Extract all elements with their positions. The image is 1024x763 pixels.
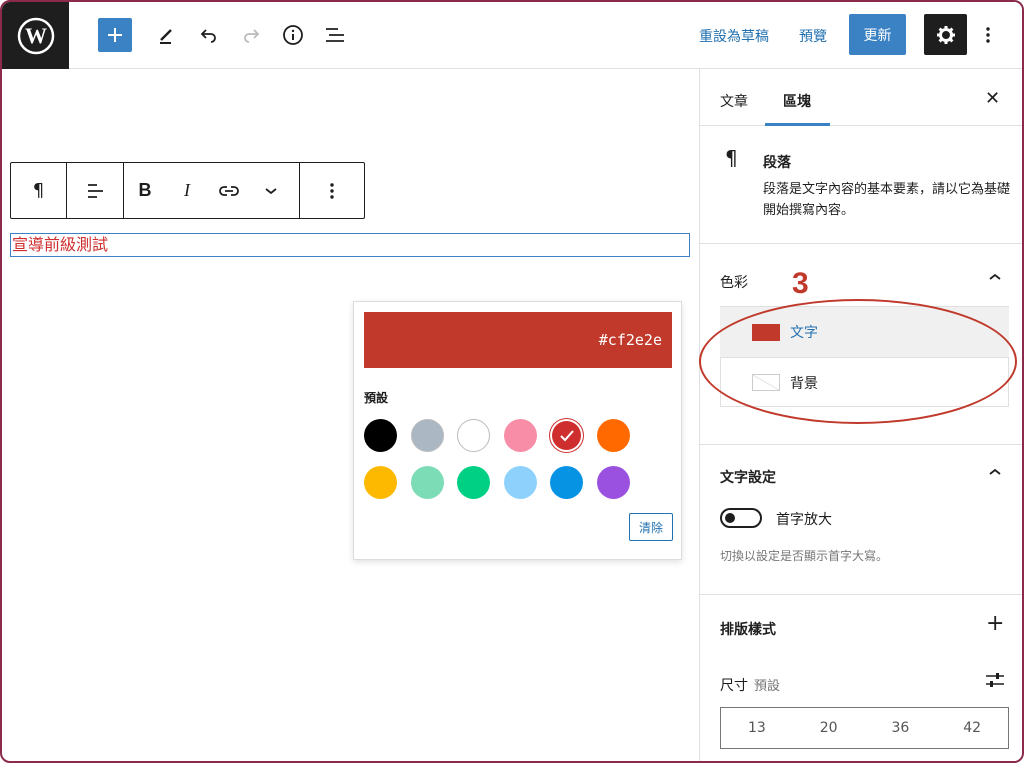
color-swatch[interactable] bbox=[410, 466, 444, 499]
settings-sidebar: 文章 區塊 ✕ ¶ 段落 段落是文字內容的基本要素，請以它為基礎開始撰寫內容。 … bbox=[699, 69, 1022, 761]
settings-gear-icon[interactable] bbox=[924, 14, 967, 55]
block-toolbar: ¶ B I bbox=[10, 162, 365, 219]
color-swatch[interactable] bbox=[597, 419, 630, 452]
color-swatch[interactable] bbox=[410, 419, 444, 452]
bold-button[interactable]: B bbox=[124, 163, 166, 218]
size-value: 預設 bbox=[754, 679, 781, 694]
editor-window: W 重設為草稿 預覽 更新 ¶ B I 宣導前級測試 #cf2e2e 預設 清除… bbox=[0, 0, 1024, 763]
annotation-number: 3 bbox=[792, 267, 809, 300]
color-preview[interactable]: #cf2e2e bbox=[364, 312, 672, 368]
svg-text:W: W bbox=[25, 23, 47, 48]
color-swatch[interactable] bbox=[550, 419, 584, 452]
size-option[interactable]: 13 bbox=[748, 720, 766, 736]
wordpress-logo-icon[interactable]: W bbox=[2, 2, 69, 69]
chevron-up-icon[interactable] bbox=[988, 465, 1002, 481]
tab-block[interactable]: 區塊 bbox=[783, 91, 811, 111]
pencil-icon[interactable] bbox=[150, 18, 184, 52]
color-swatch[interactable] bbox=[503, 419, 537, 452]
align-left-icon[interactable] bbox=[67, 163, 123, 218]
block-card: ¶ 段落 段落是文字內容的基本要素，請以它為基礎開始撰寫內容。 bbox=[700, 126, 1022, 244]
block-options-icon[interactable] bbox=[300, 163, 364, 218]
color-swatch[interactable] bbox=[364, 466, 397, 499]
text-color-swatch bbox=[752, 323, 780, 341]
info-icon[interactable] bbox=[276, 18, 310, 52]
text-color-label: 文字 bbox=[790, 325, 818, 341]
text-settings-panel: 文字設定 首字放大 切換以設定是否顯示首字大寫。 bbox=[700, 445, 1022, 595]
size-option[interactable]: 36 bbox=[891, 720, 909, 736]
redo-icon[interactable] bbox=[234, 18, 268, 52]
top-toolbar: W 重設為草稿 預覽 更新 bbox=[2, 2, 1022, 69]
color-swatch[interactable] bbox=[597, 466, 630, 499]
preset-label: 預設 bbox=[364, 391, 389, 405]
color-swatch[interactable] bbox=[550, 466, 584, 499]
color-swatch[interactable] bbox=[364, 419, 397, 452]
dropcap-label: 首字放大 bbox=[776, 512, 832, 528]
background-color-item[interactable]: 背景 bbox=[720, 357, 1009, 407]
preview-link[interactable]: 預覽 bbox=[799, 26, 827, 46]
plus-icon[interactable]: + bbox=[986, 611, 1004, 636]
color-picker-popover: #cf2e2e 預設 清除 bbox=[353, 301, 682, 560]
tab-post[interactable]: 文章 bbox=[720, 91, 748, 111]
block-description: 段落是文字內容的基本要素，請以它為基礎開始撰寫內容。 bbox=[763, 182, 1011, 218]
size-option[interactable]: 20 bbox=[820, 720, 838, 736]
typography-heading: 排版樣式 bbox=[720, 622, 776, 638]
close-icon[interactable]: ✕ bbox=[985, 88, 1000, 109]
paragraph-icon: ¶ bbox=[725, 146, 738, 170]
size-label: 尺寸 bbox=[720, 678, 748, 694]
list-view-icon[interactable] bbox=[318, 18, 352, 52]
size-option[interactable]: 42 bbox=[963, 720, 981, 736]
undo-icon[interactable] bbox=[192, 18, 226, 52]
dropcap-toggle[interactable] bbox=[720, 508, 762, 528]
color-swatch[interactable] bbox=[503, 466, 537, 499]
update-button[interactable]: 更新 bbox=[849, 14, 906, 55]
color-panel: 色彩 文字 背景 bbox=[700, 244, 1022, 445]
chevron-down-icon[interactable] bbox=[250, 163, 292, 218]
block-title: 段落 bbox=[763, 155, 791, 171]
chevron-up-icon[interactable] bbox=[988, 270, 1002, 286]
dropcap-help: 切換以設定是否顯示首字大寫。 bbox=[720, 549, 889, 563]
paragraph-block[interactable]: 宣導前級測試 bbox=[10, 233, 690, 257]
clear-button[interactable]: 清除 bbox=[629, 513, 673, 541]
revert-to-draft-link[interactable]: 重設為草稿 bbox=[699, 26, 769, 46]
paragraph-block-icon[interactable]: ¶ bbox=[11, 163, 66, 218]
toggle-knob bbox=[725, 513, 735, 523]
more-options-icon[interactable] bbox=[976, 18, 1000, 52]
hex-value: #cf2e2e bbox=[598, 331, 662, 349]
text-settings-heading[interactable]: 文字設定 bbox=[720, 467, 776, 487]
background-color-swatch bbox=[752, 374, 780, 391]
link-icon[interactable] bbox=[208, 163, 250, 218]
font-size-picker: 13 20 36 42 bbox=[720, 707, 1009, 749]
color-swatch[interactable] bbox=[457, 466, 491, 499]
color-heading[interactable]: 色彩 bbox=[720, 272, 748, 292]
color-swatch[interactable] bbox=[457, 419, 491, 452]
background-color-label: 背景 bbox=[790, 375, 818, 392]
custom-size-icon[interactable] bbox=[985, 671, 1005, 693]
sidebar-tabs: 文章 區塊 ✕ bbox=[700, 69, 1022, 126]
text-color-item[interactable]: 文字 bbox=[720, 307, 1009, 357]
add-block-button[interactable] bbox=[98, 18, 132, 52]
italic-button[interactable]: I bbox=[166, 163, 208, 218]
